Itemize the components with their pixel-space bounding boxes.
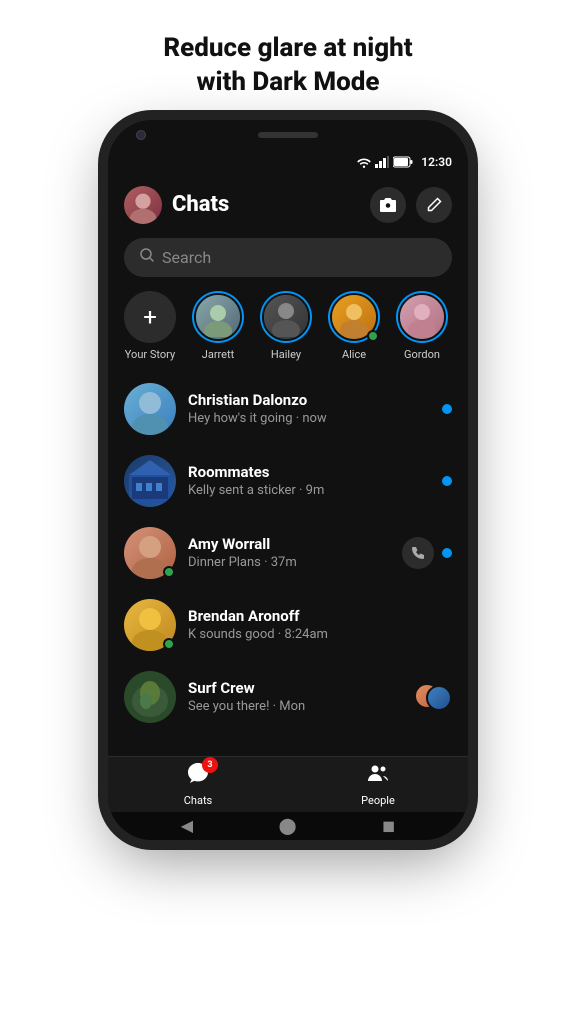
amy-right [402,537,452,569]
christian-right [442,404,452,414]
story-item-jarrett[interactable]: Jarrett [192,291,244,361]
chat-item-roommates[interactable]: Roommates Kelly sent a sticker · 9m [108,445,468,517]
home-button[interactable]: ⬤ [279,816,297,835]
brendan-preview: K sounds good · 8:24am [188,627,440,642]
back-button[interactable]: ◀ [181,816,193,835]
phone-bottom-bar: ◀ ⬤ ◼ [108,812,468,840]
surf-info: Surf Crew See you there! · Mon [188,679,402,714]
chat-list: Christian Dalonzo Hey how's it going · n… [108,373,468,756]
amy-avatar [124,527,176,579]
header-actions [370,187,452,223]
amy-online-dot [163,566,175,578]
chats-badge: 3 [202,757,218,773]
surf-name: Surf Crew [188,679,402,697]
camera-button[interactable] [370,187,406,223]
story-item-your-story[interactable]: + Your Story [124,291,176,361]
roommates-right [442,476,452,486]
christian-name: Christian Dalonzo [188,391,430,409]
status-time: 12:30 [421,155,452,169]
phone-device: 12:30 Chats [108,120,468,840]
gordon-label: Gordon [404,348,440,361]
alice-online-dot [367,330,379,342]
brendan-online-dot [163,638,175,650]
recents-button[interactable]: ◼ [382,816,395,835]
phone-top-bar [108,120,468,150]
nav-chats[interactable]: 3 Chats [108,761,288,807]
brendan-name: Brendan Aronoff [188,607,440,625]
people-nav-icon [366,761,390,791]
brendan-avatar [124,599,176,651]
your-story-label: Your Story [125,348,175,361]
surf-group-avatars [414,683,452,711]
surf-preview: See you there! · Mon [188,699,402,714]
chat-item-amy[interactable]: Amy Worrall Dinner Plans · 37m [108,517,468,589]
roommates-avatar [124,455,176,507]
christian-unread-dot [442,404,452,414]
alice-label: Alice [342,348,366,361]
jarrett-label: Jarrett [202,348,234,361]
status-bar: 12:30 [108,150,468,174]
signal-icon [375,156,389,168]
app-title: Chats [172,192,360,217]
amy-preview: Dinner Plans · 37m [188,555,390,570]
roommates-name: Roommates [188,463,430,481]
bottom-nav: 3 Chats People [108,756,468,812]
chat-item-christian[interactable]: Christian Dalonzo Hey how's it going · n… [108,373,468,445]
surf-right [414,683,452,711]
stories-row: + Your Story Jarrett [108,287,468,373]
amy-unread-dot [442,548,452,558]
search-bar[interactable]: Search [124,238,452,277]
amy-name: Amy Worrall [188,535,390,553]
phone-camera [136,130,146,140]
roommates-preview: Kelly sent a sticker · 9m [188,483,430,498]
nav-people[interactable]: People [288,761,468,807]
christian-info: Christian Dalonzo Hey how's it going · n… [188,391,430,426]
my-avatar[interactable] [124,186,162,224]
status-icons: 12:30 [357,155,452,169]
app-screen: Chats [108,174,468,812]
add-story-button[interactable]: + [124,291,176,343]
edit-button[interactable] [416,187,452,223]
roommates-unread-dot [442,476,452,486]
story-item-gordon[interactable]: Gordon [396,291,448,361]
story-item-alice[interactable]: Alice [328,291,380,361]
brendan-info: Brendan Aronoff K sounds good · 8:24am [188,607,440,642]
chat-item-surf[interactable]: Surf Crew See you there! · Mon [108,661,468,733]
amy-call-button[interactable] [402,537,434,569]
amy-info: Amy Worrall Dinner Plans · 37m [188,535,390,570]
chats-nav-icon: 3 [186,761,210,791]
page-headline: Reduce glare at night with Dark Mode [123,0,452,120]
christian-avatar [124,383,176,435]
wifi-icon [357,156,371,168]
battery-icon [393,156,413,168]
phone-speaker [258,132,318,138]
christian-preview: Hey how's it going · now [188,411,430,426]
surf-avatar [124,671,176,723]
search-placeholder: Search [162,248,211,267]
app-header: Chats [108,174,468,232]
people-label: People [361,794,395,807]
story-item-hailey[interactable]: Hailey [260,291,312,361]
chat-item-brendan[interactable]: Brendan Aronoff K sounds good · 8:24am [108,589,468,661]
roommates-info: Roommates Kelly sent a sticker · 9m [188,463,430,498]
search-icon [140,248,154,266]
hailey-label: Hailey [271,348,301,361]
chats-label: Chats [184,794,212,807]
